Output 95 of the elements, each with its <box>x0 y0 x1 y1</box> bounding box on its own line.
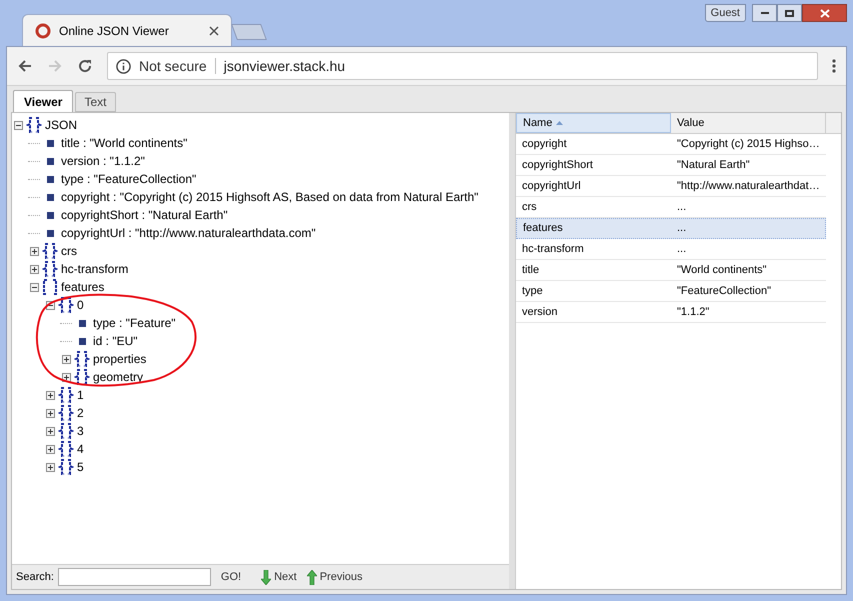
table-cell-text: ... <box>676 200 688 215</box>
tree-node-label[interactable]: copyrightShort : "Natural Earth" <box>61 206 228 224</box>
brace-icon <box>58 459 74 475</box>
info-icon <box>116 58 131 74</box>
bracket-icon <box>42 279 58 295</box>
tree-node-label[interactable]: type : "FeatureCollection" <box>61 170 196 188</box>
tab-title: Online JSON Viewer <box>59 22 169 40</box>
brace-icon <box>58 405 74 421</box>
table-cell-text: type <box>521 284 544 299</box>
expand-icon[interactable] <box>46 390 55 400</box>
brace-icon <box>74 369 90 385</box>
tree-node-label[interactable]: crs <box>61 242 77 260</box>
close-window-button[interactable] <box>802 4 847 22</box>
tree-node-label[interactable]: JSON <box>45 116 78 134</box>
table-cell-text: "1.1.2" <box>676 304 710 320</box>
down-arrow-icon <box>261 570 272 584</box>
tree-node-label[interactable]: type : "Feature" <box>93 314 176 332</box>
close-icon <box>820 8 830 18</box>
value-icon <box>47 194 54 200</box>
value-icon <box>79 320 86 326</box>
expand-icon[interactable] <box>30 246 39 256</box>
value-icon <box>47 230 54 236</box>
tree-node-label[interactable]: properties <box>93 350 146 368</box>
tree-node-label[interactable]: 2 <box>77 404 84 422</box>
brace-icon <box>58 297 74 313</box>
menu-icon[interactable] <box>832 58 836 74</box>
table-cell-text: copyrightUrl <box>521 178 582 194</box>
brace-icon <box>42 243 58 259</box>
tree-node-label[interactable]: title : "World continents" <box>61 134 188 152</box>
expand-icon[interactable] <box>46 444 55 454</box>
browser-tab[interactable]: Online JSON Viewer <box>22 14 232 46</box>
tree-node-label[interactable]: hc-transform <box>61 260 128 278</box>
tree-node-label[interactable]: features <box>61 278 104 296</box>
table-cell-text: title <box>521 262 540 278</box>
tree-node-label[interactable]: copyrightUrl : "http://www.naturalearthdata.com" <box>61 224 316 242</box>
brace-icon <box>26 117 42 133</box>
table-cell-text: "World continents" <box>676 262 768 278</box>
next-button[interactable]: Next <box>261 568 297 586</box>
tree-node-label[interactable]: 5 <box>77 458 84 476</box>
column-header[interactable]: Name <box>516 113 671 133</box>
table-cell-text: ... <box>676 221 688 236</box>
back-icon[interactable] <box>17 58 33 74</box>
table-cell-text: copyrightShort <box>521 158 594 173</box>
tree-node-label[interactable]: 1 <box>77 386 84 404</box>
profile-button[interactable]: Guest <box>704 4 746 22</box>
up-arrow-icon <box>306 570 317 584</box>
value-icon <box>47 140 54 146</box>
brace-icon <box>42 261 58 277</box>
expand-icon[interactable] <box>62 354 71 364</box>
expand-icon[interactable] <box>30 264 39 274</box>
brace-icon <box>58 387 74 403</box>
collapse-icon[interactable] <box>14 120 23 130</box>
maximize-button[interactable] <box>777 4 802 22</box>
close-icon[interactable] <box>209 26 219 36</box>
tree-node-label[interactable]: version : "1.1.2" <box>61 152 145 170</box>
search-field[interactable] <box>58 568 211 586</box>
table-cell-text: "Copyright (c) 2015 Highso… <box>676 136 821 152</box>
url-text: jsonviewer.stack.hu <box>224 56 346 76</box>
value-icon <box>79 338 86 344</box>
tree-node-label[interactable]: id : "EU" <box>93 332 138 350</box>
sort-ascending-icon <box>556 121 564 125</box>
table-cell-text: crs <box>521 200 538 215</box>
collapse-icon[interactable] <box>30 282 39 292</box>
search-label: Search: <box>16 570 54 585</box>
value-icon <box>47 158 54 164</box>
expand-icon[interactable] <box>46 462 55 472</box>
tree-node-label[interactable]: 3 <box>77 422 84 440</box>
table-cell-text: "FeatureCollection" <box>676 284 772 299</box>
view-tab[interactable]: Viewer <box>13 90 74 112</box>
value-icon <box>47 212 54 218</box>
previous-button[interactable]: Previous <box>306 568 363 586</box>
minimize-button[interactable] <box>752 4 777 22</box>
table-cell-text: features <box>522 221 564 236</box>
expand-icon[interactable] <box>46 426 55 436</box>
brace-icon <box>58 441 74 457</box>
view-tab[interactable]: Text <box>75 92 116 112</box>
brace-icon <box>58 423 74 439</box>
site-icon <box>35 22 51 38</box>
table-cell-text: version <box>521 304 558 320</box>
brace-icon <box>74 351 90 367</box>
value-icon <box>47 176 54 182</box>
table-cell-text: hc-transform <box>521 242 585 257</box>
security-label: Not secure <box>139 56 207 76</box>
table-cell-text: "Natural Earth" <box>676 158 751 173</box>
table-cell-text: copyright <box>521 136 568 152</box>
address-bar[interactable]: Not secure jsonviewer.stack.hu <box>107 52 818 80</box>
tree-node-label[interactable]: copyright : "Copyright (c) 2015 Highsoft AS, Based on data from Natural Earth" <box>61 188 478 206</box>
table-cell-text: "http://www.naturalearthdat… <box>676 178 821 194</box>
tree-node-label[interactable]: 4 <box>77 440 84 458</box>
go-button[interactable]: GO! <box>214 568 248 586</box>
expand-icon[interactable] <box>46 408 55 418</box>
tree-node-label[interactable]: 0 <box>77 296 84 314</box>
table-cell-text: ... <box>676 242 688 257</box>
reload-icon[interactable] <box>77 58 93 74</box>
tree-node-label[interactable]: geometry <box>93 368 144 386</box>
